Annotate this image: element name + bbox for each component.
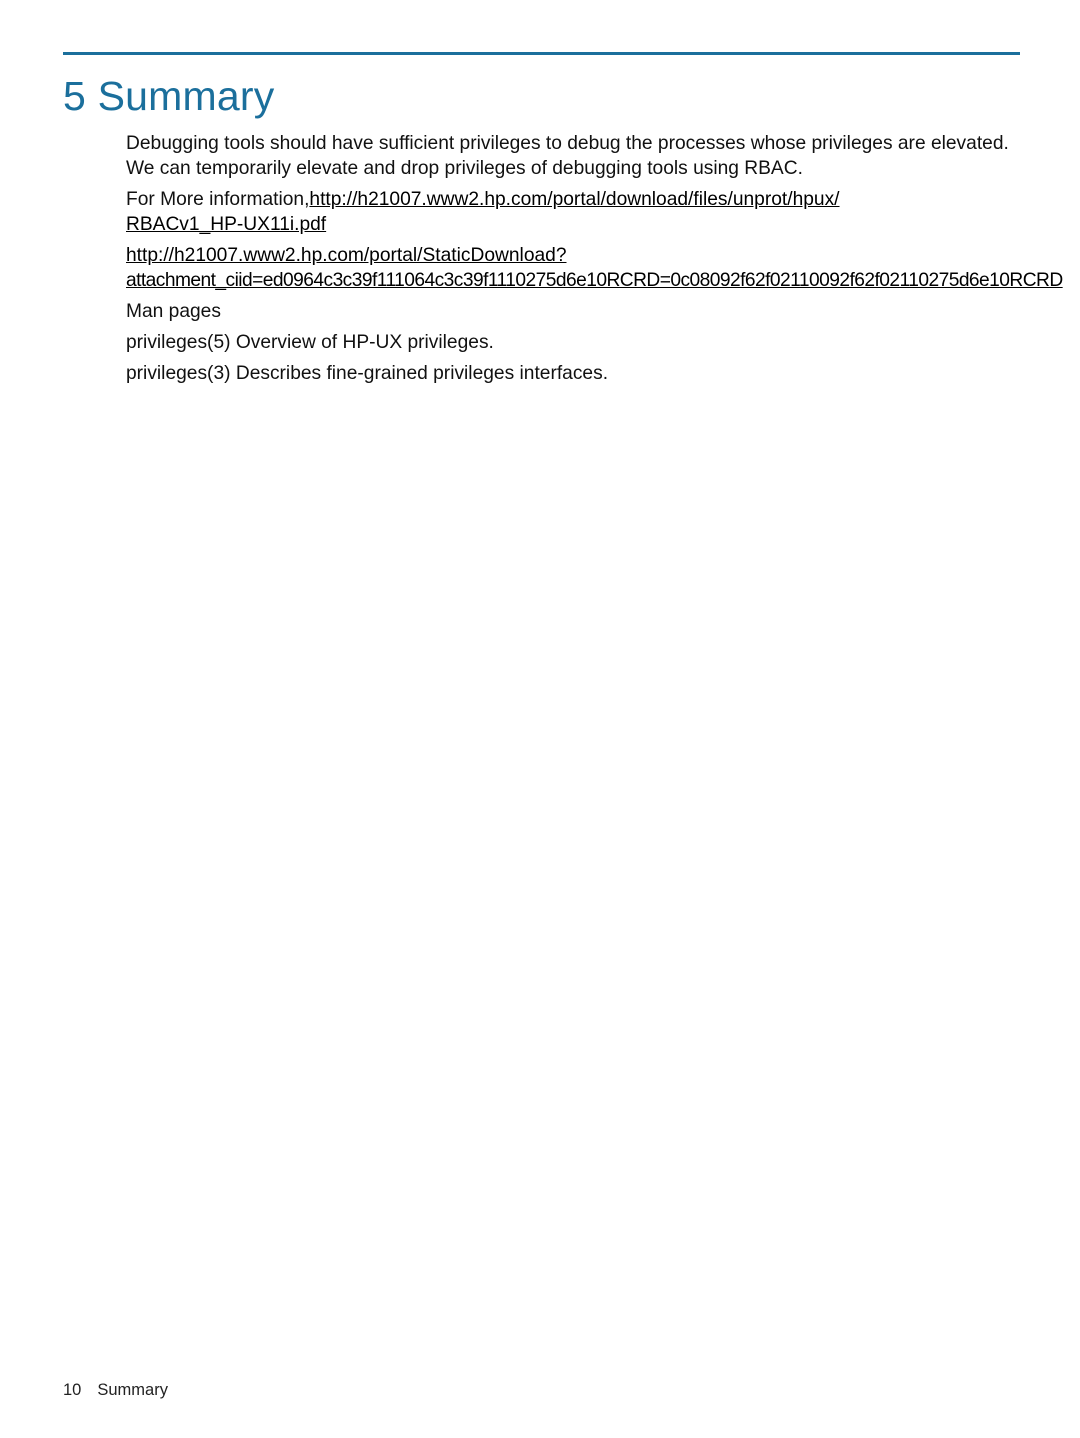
page-footer: 10 Summary [63,1381,168,1400]
section-heading: 5 Summary [63,73,1020,120]
page-number: 10 [63,1381,81,1399]
rbac-pdf-link-part2[interactable]: RBACv1_HP-UX11i.pdf [126,214,326,235]
man-page-privileges5: privileges(5) Overview of HP-UX privileg… [126,331,1020,356]
more-info-paragraph: For More information,http://h21007.www2.… [126,188,1020,238]
static-download-link-part1[interactable]: http://h21007.www2.hp.com/portal/StaticD… [126,245,567,266]
intro-paragraph: Debugging tools should have sufficient p… [126,132,1020,182]
more-info-prefix: For More information, [126,189,309,210]
man-pages-label: Man pages [126,300,1020,325]
static-download-link-part2[interactable]: attachment_ciid=ed0964c3c39f111064c3c39f… [126,270,1063,291]
static-download-paragraph: http://h21007.www2.hp.com/portal/StaticD… [126,244,1020,294]
rbac-pdf-link-part1[interactable]: http://h21007.www2.hp.com/portal/downloa… [309,189,839,210]
man-page-privileges3: privileges(3) Describes fine-grained pri… [126,362,1020,387]
document-page: 5 Summary Debugging tools should have su… [0,0,1080,1438]
header-rule [63,52,1020,55]
body-content: Debugging tools should have sufficient p… [126,132,1020,387]
footer-section-label: Summary [97,1381,168,1399]
